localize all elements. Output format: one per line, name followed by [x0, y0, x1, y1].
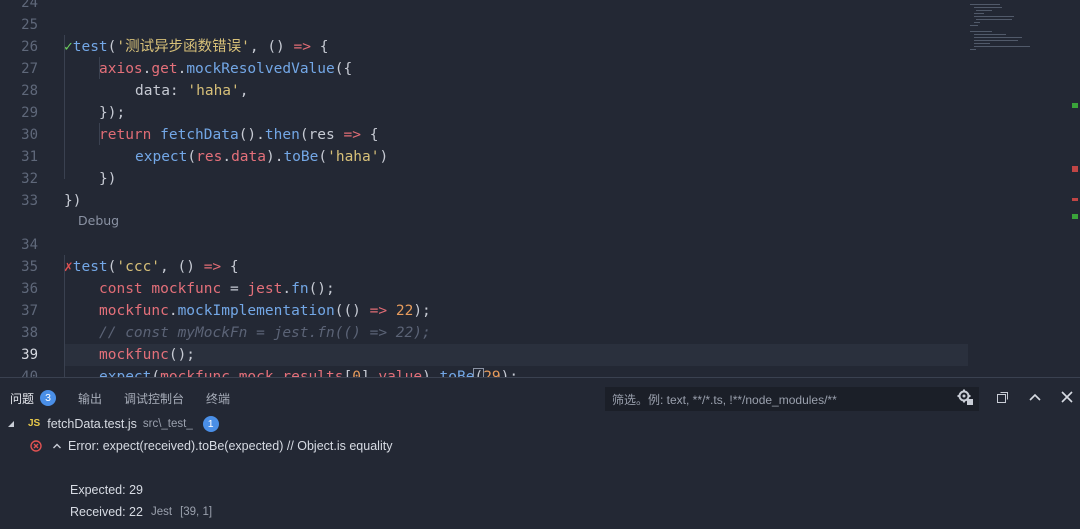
line-number: 33 — [21, 193, 38, 209]
scrollbar-change-marker — [1072, 103, 1078, 108]
chevron-up-icon — [53, 443, 61, 449]
error-message: Error: expect(received).toBe(expected) /… — [68, 439, 393, 453]
test-pass-icon: ✓ — [64, 39, 73, 55]
scrollbar-error-marker — [1072, 166, 1078, 172]
code-line-36: mockfunc.mockImplementation(() => 22); — [99, 303, 431, 319]
minimap[interactable] — [968, 0, 1080, 377]
problems-panel: 问题3 输出 调试控制台 终端 JS fetchData.test.js src… — [0, 377, 1080, 529]
code-line-25: ✓test('测试异步函数错误', () => { — [64, 39, 329, 55]
code-line-30: expect(res.data).toBe('haha') — [135, 149, 389, 165]
tab-output[interactable]: 输出 — [78, 390, 102, 407]
test-fail-icon: ✗ — [64, 259, 73, 275]
line-number: 38 — [21, 325, 38, 341]
code-line-31: }) — [99, 171, 117, 187]
codelens-debug-link[interactable]: Debug — [78, 213, 119, 228]
line-number: 36 — [21, 281, 38, 297]
problem-file-name: fetchData.test.js — [47, 417, 137, 431]
problem-position: [39, 1] — [180, 506, 213, 518]
collapse-all-icon — [997, 392, 1008, 403]
tab-terminal[interactable]: 终端 — [206, 390, 230, 407]
line-number: 28 — [21, 83, 38, 99]
panel-tabs: 问题 3 输出 调试控制台 终端 — [10, 388, 252, 408]
line-number: 35 — [21, 259, 38, 275]
maximize-panel-button[interactable] — [1024, 386, 1046, 408]
code-line-37: // const myMockFn = jest.fn(() => 22); — [99, 325, 431, 341]
scrollbar-error-marker — [1072, 198, 1078, 201]
code-editor[interactable]: 24 25 ✓test('测试异步函数错误', () => { 26 axios… — [0, 0, 1080, 377]
collapse-all-button[interactable] — [992, 386, 1014, 408]
error-icon — [30, 440, 42, 452]
problem-file-path: src\_test_ — [142, 418, 193, 430]
js-file-icon: JS — [28, 418, 41, 429]
code-line-28: }); — [99, 105, 126, 121]
received-line: Received: 22 Jest [39, 1] — [70, 502, 212, 522]
line-number: 25 — [21, 17, 38, 33]
problems-filter — [605, 387, 979, 412]
code-line-34: ✗test('ccc', () => { — [64, 259, 239, 275]
code-line-32: }) — [64, 193, 82, 209]
line-number: 32 — [21, 171, 38, 187]
line-number: 24 — [21, 0, 38, 11]
problems-count-badge: 3 — [40, 390, 57, 406]
filter-settings-button[interactable] — [954, 386, 976, 408]
line-number: 39 — [21, 347, 38, 363]
filter-input[interactable] — [610, 388, 944, 412]
line-number: 26 — [21, 39, 38, 55]
expected-line: Expected: 29 — [70, 483, 143, 497]
code-line-26: axios.get.mockResolvedValue({ — [99, 61, 353, 77]
line-number: 29 — [21, 105, 38, 121]
line-number: 34 — [21, 237, 38, 253]
line-number: 30 — [21, 127, 38, 143]
scrollbar-change-marker — [1072, 214, 1078, 219]
problem-source: Jest — [150, 506, 173, 518]
code-line-35: const mockfunc = jest.fn(); — [99, 281, 335, 297]
problem-error-row[interactable]: Error: expect(received).toBe(expected) /… — [30, 436, 392, 456]
tab-debug-console[interactable]: 调试控制台 — [124, 390, 184, 407]
close-panel-button[interactable] — [1056, 386, 1078, 408]
line-number: 37 — [21, 303, 38, 319]
current-line-highlight — [64, 344, 968, 366]
code-line-39: expect(mockfunc.mock.results[0].value).t… — [64, 366, 518, 377]
line-number: 40 — [21, 369, 38, 377]
line-number: 27 — [21, 61, 38, 77]
tab-problems[interactable]: 问题 3 — [10, 390, 57, 407]
chevron-down-icon — [8, 421, 14, 427]
chevron-up-icon — [1029, 393, 1041, 401]
code-line-29: return fetchData().then(res => { — [99, 127, 379, 143]
code-line-27: data: 'haha', — [135, 83, 249, 99]
close-icon — [1061, 391, 1073, 403]
line-number: 31 — [21, 149, 38, 165]
code-line-38: mockfunc(); — [99, 347, 196, 363]
gear-icon — [957, 389, 973, 405]
problem-file-row[interactable]: JS fetchData.test.js src\_test_ 1 — [6, 414, 219, 434]
file-problem-count-badge: 1 — [202, 416, 219, 432]
